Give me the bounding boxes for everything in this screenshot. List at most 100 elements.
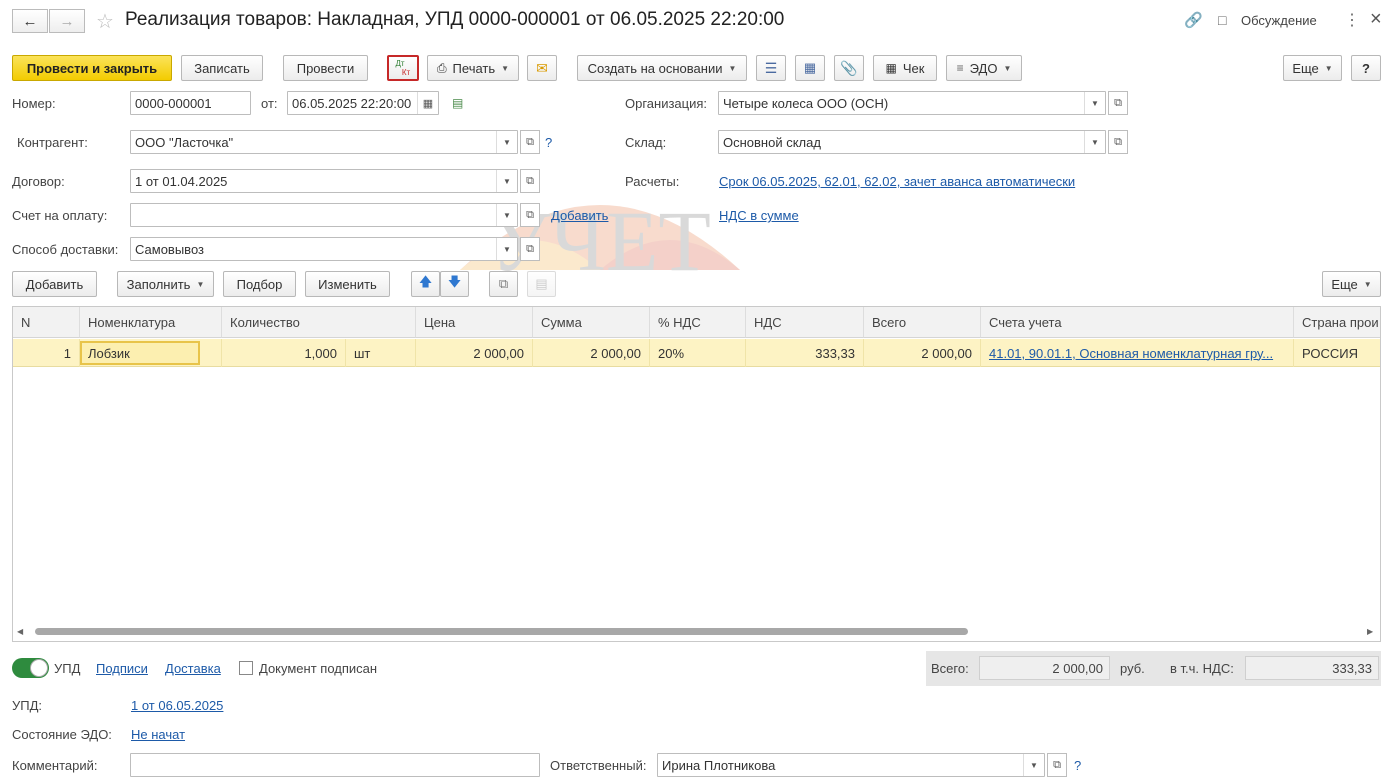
column-header-quantity[interactable]: Количество bbox=[222, 307, 416, 338]
cell-price: 2 000,00 bbox=[416, 339, 533, 367]
column-header-n[interactable]: N bbox=[13, 307, 80, 338]
scroll-right-icon[interactable]: ▶ bbox=[1367, 627, 1373, 636]
move-up-button[interactable]: 🡅 bbox=[411, 271, 440, 297]
signed-label: Документ подписан bbox=[259, 661, 378, 676]
cell-country: РОССИЯ bbox=[1302, 345, 1359, 361]
calendar-icon[interactable]: ▦ bbox=[417, 92, 438, 114]
edo-button[interactable]: ≡ ЭДО ▼ bbox=[946, 55, 1022, 81]
column-header-accounts[interactable]: Счета учета bbox=[981, 307, 1294, 338]
contract-open-button[interactable]: ⧉ bbox=[520, 169, 540, 193]
signed-checkbox[interactable] bbox=[239, 661, 253, 675]
horizontal-scrollbar[interactable] bbox=[35, 628, 968, 635]
payments-label: Расчеты: bbox=[625, 174, 680, 189]
chevron-down-icon[interactable]: ▼ bbox=[496, 204, 517, 226]
number-field[interactable]: 0000-000001 bbox=[130, 91, 251, 115]
counterparty-help-link[interactable]: ? bbox=[545, 135, 552, 150]
cell-quantity: 1,000 bbox=[222, 339, 346, 367]
copy-row-button[interactable]: ⧉ bbox=[489, 271, 518, 297]
forward-button[interactable]: → bbox=[49, 9, 85, 33]
favorite-star-icon[interactable]: ☆ bbox=[96, 9, 114, 34]
add-invoice-link[interactable]: Добавить bbox=[551, 208, 608, 223]
invoice-open-button[interactable]: ⧉ bbox=[520, 203, 540, 227]
scroll-left-icon[interactable]: ◀ bbox=[17, 627, 23, 636]
date-field[interactable]: 06.05.2025 22:20:00 ▦ bbox=[287, 91, 439, 115]
paste-row-button[interactable]: ▤ bbox=[527, 271, 556, 297]
column-header-price[interactable]: Цена bbox=[416, 307, 533, 338]
email-button[interactable]: ✉ bbox=[527, 55, 557, 81]
column-header-vat-rate[interactable]: % НДС bbox=[650, 307, 746, 338]
upd-link[interactable]: 1 от 06.05.2025 bbox=[131, 698, 223, 713]
cell-accounts[interactable]: 41.01, 90.01.1, Основная номенклатурная … bbox=[981, 339, 1294, 367]
table-pick-label: Подбор bbox=[236, 276, 283, 292]
column-header-vat[interactable]: НДС bbox=[746, 307, 864, 338]
cell-accounts-link[interactable]: 41.01, 90.01.1, Основная номенклатурная … bbox=[989, 346, 1273, 361]
more-button[interactable]: Еще ▼ bbox=[1283, 55, 1342, 81]
back-button[interactable]: ← bbox=[12, 9, 48, 33]
chevron-down-icon[interactable]: ▼ bbox=[1023, 754, 1044, 776]
payments-link[interactable]: Срок 06.05.2025, 62.01, 62.02, зачет ава… bbox=[719, 174, 1075, 189]
responsible-value: Ирина Плотникова bbox=[662, 757, 776, 773]
table-add-label: Добавить bbox=[25, 276, 84, 292]
edo-state-link[interactable]: Не начат bbox=[131, 727, 185, 742]
discussion-button[interactable]: Обсуждение bbox=[1241, 13, 1317, 28]
responsible-open-button[interactable]: ⧉ bbox=[1047, 753, 1067, 777]
warehouse-field[interactable]: Основной склад ▼ bbox=[718, 130, 1106, 154]
close-button[interactable]: × bbox=[1370, 8, 1382, 31]
goods-table[interactable]: N Номенклатура Количество Цена Сумма % Н… bbox=[12, 306, 1381, 642]
counterparty-field[interactable]: ООО "Ласточка" ▼ bbox=[130, 130, 518, 154]
dt-kt-button[interactable]: Дт Кт bbox=[387, 55, 419, 81]
link-icon[interactable]: 🔗 bbox=[1184, 11, 1203, 29]
responsible-help-link[interactable]: ? bbox=[1074, 758, 1081, 773]
organization-open-button[interactable]: ⧉ bbox=[1108, 91, 1128, 115]
create-based-on-button[interactable]: Создать на основании ▼ bbox=[577, 55, 747, 81]
column-header-total[interactable]: Всего bbox=[864, 307, 981, 338]
comment-field[interactable] bbox=[130, 753, 540, 777]
table-pick-button[interactable]: Подбор bbox=[223, 271, 296, 297]
table-fill-button[interactable]: Заполнить ▼ bbox=[117, 271, 214, 297]
paste-icon: ▤ bbox=[535, 276, 548, 291]
post-and-close-button[interactable]: Провести и закрыть bbox=[12, 55, 172, 81]
cash-register-icon: ▦ bbox=[885, 61, 897, 75]
document-list-button[interactable]: ☰ bbox=[756, 55, 786, 81]
organization-field[interactable]: Четыре колеса ООО (ОСН) ▼ bbox=[718, 91, 1106, 115]
chevron-down-icon[interactable]: ▼ bbox=[496, 131, 517, 153]
vat-in-sum-link[interactable]: НДС в сумме bbox=[719, 208, 799, 223]
responsible-field[interactable]: Ирина Плотникова ▼ bbox=[657, 753, 1045, 777]
table-change-button[interactable]: Изменить bbox=[305, 271, 390, 297]
chevron-down-icon[interactable]: ▼ bbox=[1084, 131, 1105, 153]
cell-item[interactable]: Лобзик bbox=[80, 339, 222, 367]
edo-icon: ≡ bbox=[956, 61, 964, 75]
counterparty-open-button[interactable]: ⧉ bbox=[520, 130, 540, 154]
warehouse-open-button[interactable]: ⧉ bbox=[1108, 130, 1128, 154]
discussion-icon[interactable]: □ bbox=[1218, 12, 1226, 28]
signatures-link[interactable]: Подписи bbox=[96, 661, 148, 676]
chevron-down-icon[interactable]: ▼ bbox=[496, 170, 517, 192]
open-icon: ⧉ bbox=[526, 208, 534, 221]
move-down-button[interactable]: 🡇 bbox=[440, 271, 469, 297]
counterparty-value: ООО "Ласточка" bbox=[135, 134, 234, 150]
delivery-method-open-button[interactable]: ⧉ bbox=[520, 237, 540, 261]
post-button[interactable]: Провести bbox=[283, 55, 368, 81]
chevron-down-icon[interactable]: ▼ bbox=[496, 238, 517, 260]
table-more-button[interactable]: Еще ▼ bbox=[1322, 271, 1381, 297]
chevron-down-icon: ▼ bbox=[1003, 63, 1012, 73]
column-header-country[interactable]: Страна прои bbox=[1294, 307, 1380, 338]
more-vertical-icon[interactable]: ⋮ bbox=[1344, 10, 1360, 30]
contract-field[interactable]: 1 от 01.04.2025 ▼ bbox=[130, 169, 518, 193]
invoice-field[interactable]: ▼ bbox=[130, 203, 518, 227]
upd-toggle[interactable] bbox=[12, 658, 49, 678]
column-header-item[interactable]: Номенклатура bbox=[80, 307, 222, 338]
cell-item-value[interactable]: Лобзик bbox=[80, 341, 200, 365]
save-button[interactable]: Записать bbox=[181, 55, 263, 81]
attach-button[interactable]: 📎 bbox=[834, 55, 864, 81]
delivery-method-field[interactable]: Самовывоз ▼ bbox=[130, 237, 518, 261]
help-button[interactable]: ? bbox=[1351, 55, 1381, 81]
table-add-button[interactable]: Добавить bbox=[12, 271, 97, 297]
structure-button[interactable]: ▦ bbox=[795, 55, 825, 81]
print-button[interactable]: ⎙ Печать ▼ bbox=[427, 55, 519, 81]
column-header-sum[interactable]: Сумма bbox=[533, 307, 650, 338]
delivery-link[interactable]: Доставка bbox=[165, 661, 221, 676]
chevron-down-icon[interactable]: ▼ bbox=[1084, 92, 1105, 114]
receipt-button[interactable]: ▦ Чек bbox=[873, 55, 937, 81]
numbering-settings-icon[interactable]: ▤ bbox=[452, 96, 463, 110]
